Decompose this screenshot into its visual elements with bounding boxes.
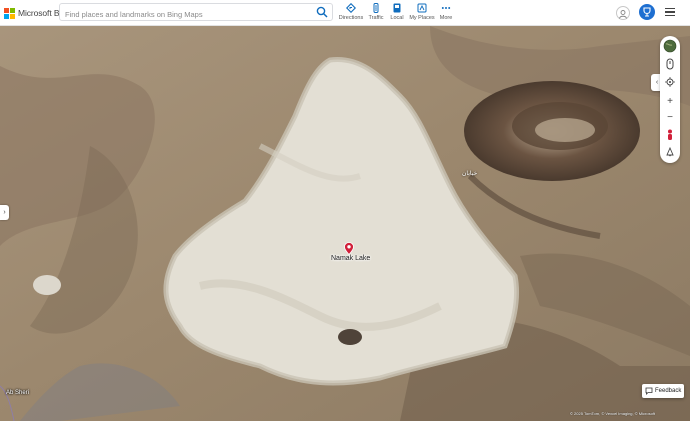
menu-icon[interactable] [665, 8, 675, 17]
more-button[interactable]: More [431, 3, 461, 23]
map-attribution: © 2025 TomTom, © Vexcel Imaging, © Micro… [570, 411, 656, 416]
feedback-label: Feedback [655, 388, 682, 394]
traffic-icon [373, 3, 379, 13]
map-canvas[interactable]: › Namak Lake Ab Sheri خیابان ‹ + − Feedb… [0, 26, 690, 421]
expand-panel-button[interactable]: › [0, 205, 9, 220]
my-places-icon [417, 3, 427, 13]
location-pin-icon[interactable] [344, 242, 354, 255]
local-label: Local [390, 15, 404, 21]
street-view-icon[interactable] [660, 127, 680, 143]
directions-label: Directions [338, 15, 364, 21]
trophy-icon [643, 7, 651, 17]
search-input[interactable] [60, 6, 310, 23]
microsoft-logo-icon [4, 7, 15, 19]
account-avatar-icon[interactable] [616, 6, 630, 20]
globe-icon[interactable] [660, 38, 680, 54]
chat-bubble-icon [645, 387, 653, 395]
feedback-button[interactable]: Feedback [642, 384, 684, 398]
person-icon [619, 10, 627, 19]
place-label[interactable]: Namak Lake [331, 255, 370, 262]
more-label: More [439, 15, 453, 21]
locate-icon[interactable] [660, 74, 680, 90]
terrain-label: خیابان [462, 171, 478, 177]
more-icon [441, 7, 451, 9]
search-box [59, 3, 333, 23]
compass-icon[interactable] [660, 56, 680, 72]
top-bar: Microsoft Bing Directions Traffic Local [0, 0, 690, 26]
bird-eye-icon[interactable] [660, 144, 680, 160]
directions-icon [346, 3, 356, 13]
rewards-icon[interactable] [639, 4, 655, 20]
zoom-out-icon[interactable]: − [660, 109, 680, 125]
search-icon[interactable] [316, 6, 328, 18]
town-label: Ab Sheri [6, 390, 30, 396]
map-controls: + − [660, 36, 680, 163]
aerial-imagery [0, 26, 690, 421]
zoom-in-icon[interactable]: + [660, 93, 680, 109]
local-icon [393, 3, 401, 13]
